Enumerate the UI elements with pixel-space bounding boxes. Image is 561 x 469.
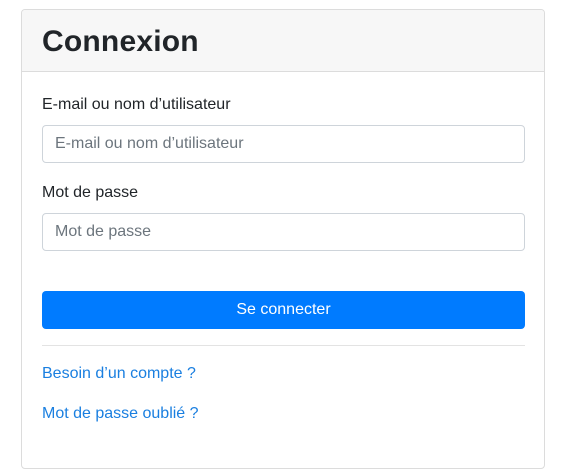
password-input[interactable] [42, 213, 525, 251]
login-card: Connexion E-mail ou nom d’utilisateur Mo… [21, 9, 545, 469]
divider [42, 345, 525, 346]
forgot-password-link[interactable]: Mot de passe oublié ? [42, 404, 199, 424]
login-field-label: E-mail ou nom d’utilisateur [42, 96, 231, 113]
login-button[interactable]: Se connecter [42, 291, 525, 329]
login-input[interactable] [42, 125, 525, 163]
page-title: Connexion [42, 24, 199, 58]
register-link[interactable]: Besoin d’un compte ? [42, 364, 196, 384]
login-form: E-mail ou nom d’utilisateur Mot de passe… [22, 95, 544, 424]
card-header: Connexion [22, 10, 544, 72]
password-field-label: Mot de passe [42, 184, 139, 201]
